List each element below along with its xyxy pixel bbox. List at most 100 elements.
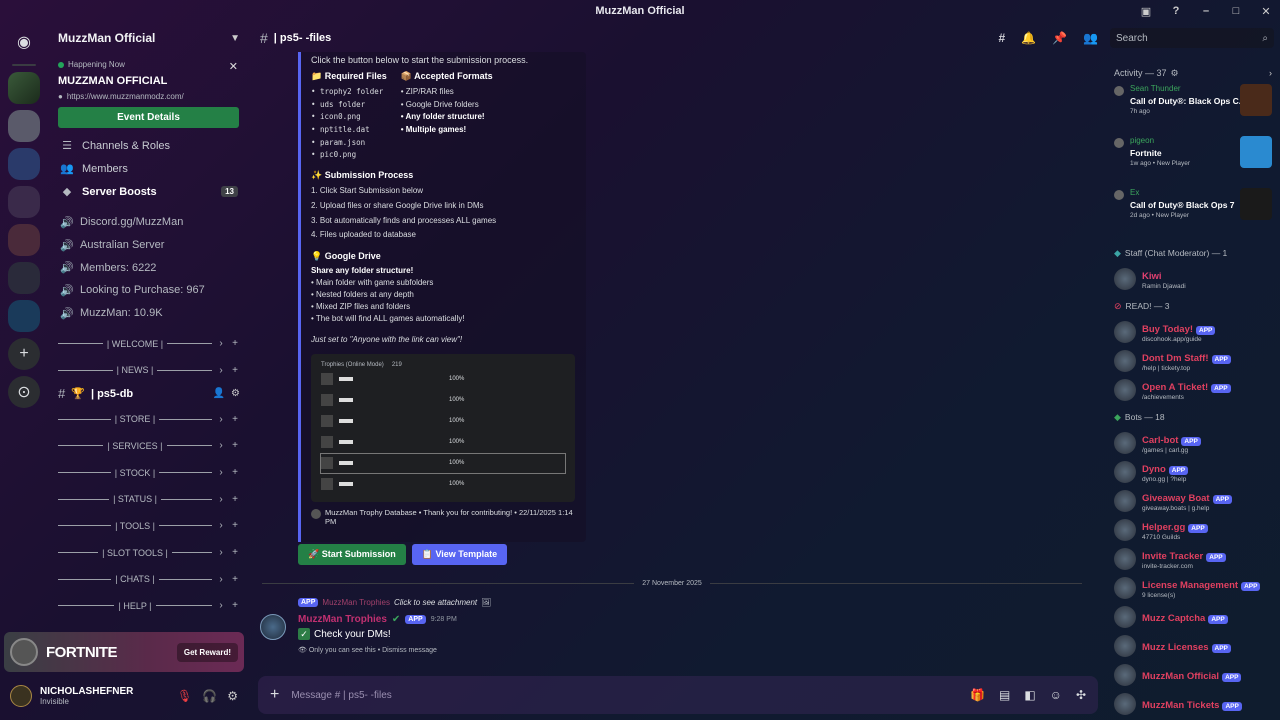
user-info[interactable]: NICHOLASHEFNER Invisible bbox=[40, 686, 133, 706]
menu-channels-roles[interactable]: ☰ Channels & Roles bbox=[50, 134, 248, 157]
member-item[interactable]: Kiwi Ramin Djawadi bbox=[1110, 264, 1276, 293]
message-input[interactable]: Message # | ps5- -files bbox=[291, 690, 391, 701]
activity-item[interactable]: Sean Thunder Call of Duty®: Black Ops C..… bbox=[1110, 84, 1276, 136]
avatar[interactable] bbox=[1114, 605, 1136, 628]
event-url[interactable]: ● https://www.muzzmanmodz.com/ bbox=[58, 92, 240, 101]
avatar[interactable] bbox=[1114, 190, 1124, 200]
category-status[interactable]: | STATUS | › + bbox=[50, 486, 248, 513]
member-item[interactable]: Muzz Licenses APP bbox=[1110, 631, 1276, 660]
avatar[interactable] bbox=[1114, 460, 1136, 483]
avatar[interactable] bbox=[1114, 663, 1136, 686]
stat-channel[interactable]: 🔊 Australian Server bbox=[50, 234, 248, 257]
attach-plus-icon[interactable]: + bbox=[270, 686, 279, 704]
member-item[interactable]: Invite Tracker APP invite-tracker.com bbox=[1110, 544, 1276, 573]
view-template-button[interactable]: 📋 View Template bbox=[411, 544, 508, 565]
add-channel-icon[interactable]: + bbox=[230, 338, 240, 349]
stat-channel[interactable]: 🔊 Looking to Purchase: 967 bbox=[50, 279, 248, 302]
add-channel-icon[interactable]: + bbox=[230, 365, 240, 376]
avatar[interactable] bbox=[1114, 431, 1136, 454]
search-input[interactable]: Search ⌕ bbox=[1110, 28, 1274, 48]
avatar[interactable] bbox=[1114, 378, 1136, 401]
server-folder-icon[interactable] bbox=[8, 186, 40, 218]
close-icon[interactable]: ✕ bbox=[229, 60, 238, 73]
embed-image[interactable]: Trophies (Online Mode) 219 100% 100% 100%… bbox=[311, 353, 575, 502]
member-item[interactable]: Carl-bot APP/games | carl.gg bbox=[1110, 428, 1276, 457]
server-icon[interactable] bbox=[8, 148, 40, 180]
gear-icon[interactable]: ⚙ bbox=[227, 689, 238, 703]
minimize-icon[interactable]: – bbox=[1198, 5, 1214, 17]
avatar[interactable] bbox=[10, 685, 32, 707]
message-author[interactable]: MuzzMan Trophies bbox=[298, 614, 387, 625]
activity-item[interactable]: Ex Call of Duty® Black Ops 7 2d ago • New … bbox=[1110, 188, 1276, 240]
add-channel-icon[interactable]: + bbox=[230, 574, 240, 585]
inbox-icon[interactable]: ▣ bbox=[1138, 5, 1154, 18]
gif-icon[interactable]: ▤ bbox=[999, 688, 1010, 702]
add-channel-icon[interactable]: + bbox=[230, 494, 240, 505]
bell-icon[interactable]: 🔔 bbox=[1021, 31, 1036, 45]
category-news[interactable]: | NEWS | › + bbox=[50, 357, 248, 384]
ephemeral-text[interactable]: Only you can see this • Dismiss message bbox=[309, 647, 437, 654]
maximize-icon[interactable]: □ bbox=[1228, 5, 1244, 17]
gear-icon[interactable]: ⚙ bbox=[231, 388, 240, 399]
channel-ps5-db[interactable]: # 🏆 | ps5-db 👤 ⚙ bbox=[50, 384, 248, 404]
member-item[interactable]: Helper.gg APP 47710 Guilds bbox=[1110, 515, 1276, 544]
member-item[interactable]: MuzzMan Tickets APP bbox=[1110, 689, 1276, 718]
member-item[interactable]: Dont Dm Staff! APP/help | tickety.top bbox=[1110, 346, 1276, 375]
category-slot-tools[interactable]: | SLOT TOOLS | › + bbox=[50, 539, 248, 566]
message-composer[interactable]: + Message # | ps5- -files 🎁 ▤ ◧ ☺ ✣ bbox=[258, 676, 1098, 714]
activity-item[interactable]: pigeon Fortnite 1w ago • New Player bbox=[1110, 136, 1276, 188]
server-header[interactable]: MuzzMan Official ▼ bbox=[50, 22, 248, 54]
sticker-icon[interactable]: ◧ bbox=[1024, 688, 1035, 702]
discord-home-icon[interactable]: ◉ bbox=[8, 26, 40, 58]
avatar[interactable] bbox=[1114, 320, 1136, 343]
category-welcome[interactable]: | WELCOME | › + bbox=[50, 330, 248, 357]
avatar[interactable] bbox=[1114, 692, 1136, 715]
avatar[interactable] bbox=[1114, 547, 1136, 570]
threads-icon[interactable]: # bbox=[998, 31, 1005, 45]
server-icon[interactable] bbox=[8, 224, 40, 256]
avatar[interactable] bbox=[1114, 138, 1124, 148]
avatar[interactable] bbox=[1114, 349, 1136, 372]
add-channel-icon[interactable]: + bbox=[230, 414, 240, 425]
apps-icon[interactable]: ✣ bbox=[1076, 688, 1086, 702]
category-help[interactable]: | HELP | › + bbox=[50, 593, 248, 620]
pin-icon[interactable]: 📌 bbox=[1052, 31, 1067, 45]
avatar[interactable] bbox=[1114, 86, 1124, 96]
category-services[interactable]: | SERVICES | › + bbox=[50, 433, 248, 460]
server-icon[interactable] bbox=[8, 110, 40, 142]
member-item[interactable]: Giveaway Boat APP giveaway.boats | g.help bbox=[1110, 486, 1276, 515]
discover-icon[interactable]: ⊙ bbox=[8, 376, 40, 408]
member-item[interactable]: Muzz Captcha APP bbox=[1110, 602, 1276, 631]
menu-members[interactable]: 👥 Members bbox=[50, 157, 248, 180]
mic-muted-icon[interactable]: 🎙 bbox=[177, 689, 192, 703]
avatar[interactable] bbox=[1114, 489, 1136, 512]
avatar[interactable] bbox=[260, 614, 286, 640]
server-icon-muzzman[interactable] bbox=[8, 72, 40, 104]
activity-header[interactable]: Activity — 37 ⚙ › bbox=[1110, 62, 1276, 84]
category-store[interactable]: | STORE | › + bbox=[50, 406, 248, 433]
member-item[interactable]: Buy Today! APP discohook.app/guide bbox=[1110, 317, 1276, 346]
add-server-icon[interactable]: + bbox=[8, 338, 40, 370]
add-channel-icon[interactable]: + bbox=[230, 600, 240, 611]
avatar[interactable] bbox=[1114, 634, 1136, 657]
stat-channel[interactable]: 🔊 Discord.gg/MuzzMan bbox=[50, 211, 248, 234]
invite-icon[interactable]: 👤 bbox=[213, 388, 225, 399]
category-tools[interactable]: | TOOLS | › + bbox=[50, 513, 248, 540]
headphones-icon[interactable]: 🎧 bbox=[202, 689, 217, 703]
add-channel-icon[interactable]: + bbox=[230, 547, 240, 558]
server-folder-icon[interactable] bbox=[8, 300, 40, 332]
avatar[interactable] bbox=[1114, 576, 1136, 599]
help-icon[interactable]: ? bbox=[1168, 5, 1184, 17]
member-item[interactable]: MuzzMan Official APP bbox=[1110, 660, 1276, 689]
add-channel-icon[interactable]: + bbox=[230, 520, 240, 531]
emoji-icon[interactable]: ☺ bbox=[1050, 688, 1062, 702]
get-reward-button[interactable]: Get Reward! bbox=[176, 642, 238, 662]
member-list-icon[interactable]: 👥 bbox=[1083, 31, 1098, 45]
stat-channel[interactable]: 🔊 MuzzMan: 10.9K bbox=[50, 302, 248, 325]
avatar[interactable] bbox=[1114, 267, 1136, 290]
chevron-down-icon[interactable]: ▼ bbox=[230, 33, 240, 44]
add-channel-icon[interactable]: + bbox=[230, 440, 240, 451]
gift-icon[interactable]: 🎁 bbox=[970, 688, 985, 702]
member-item[interactable]: Open A Ticket! APP/achievements bbox=[1110, 375, 1276, 404]
game-promo-banner[interactable]: FORTNITE Get Reward! bbox=[4, 632, 244, 672]
